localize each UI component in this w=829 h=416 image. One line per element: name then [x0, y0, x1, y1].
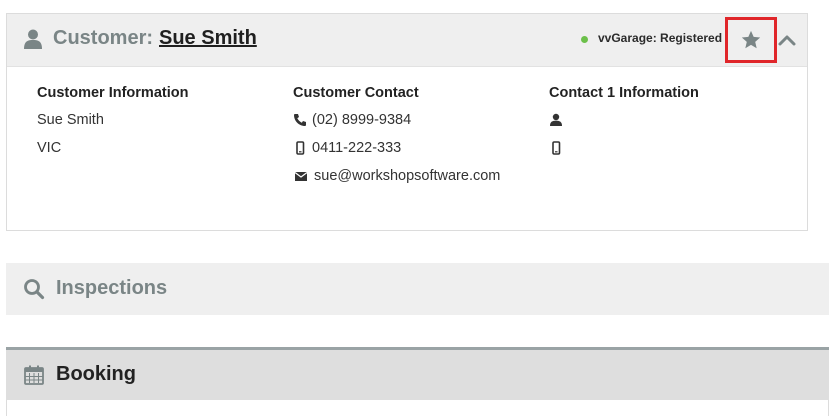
customer-information-heading: Customer Information [37, 85, 189, 101]
contact-1-section: Contact 1 Information [549, 84, 699, 162]
chevron-up-icon[interactable] [777, 32, 797, 48]
mobile-icon [296, 141, 305, 155]
inspections-title: Inspections [56, 277, 168, 299]
contact-phone-row: (02) 8999-9384 [293, 106, 500, 134]
contact-email-row: sue@workshopsoftware.com [293, 162, 500, 190]
contact-mobile-row: 0411-222-333 [293, 134, 500, 162]
booking-panel: Booking [6, 347, 829, 416]
customer-info-state: VIC [37, 140, 62, 156]
phone-icon [294, 114, 306, 126]
envelope-icon [294, 172, 308, 181]
customer-panel-header[interactable]: Customer: Sue Smith vvGarage: Registered [7, 14, 807, 67]
mobile-icon [552, 141, 561, 155]
customer-contact-heading: Customer Contact [293, 85, 419, 101]
inspections-panel-header[interactable]: Inspections [6, 263, 829, 315]
contact-email[interactable]: sue@workshopsoftware.com [314, 166, 500, 186]
vvgarage-status: vvGarage: Registered [598, 31, 723, 45]
search-icon [24, 279, 45, 300]
booking-panel-header[interactable]: Booking [6, 347, 829, 400]
user-icon [24, 29, 42, 49]
customer-info-name: Sue Smith [37, 112, 104, 128]
status-indicator-dot [581, 36, 588, 43]
contact-phone[interactable]: (02) 8999-9384 [312, 110, 411, 130]
contact-1-heading: Contact 1 Information [549, 85, 699, 101]
star-icon [741, 30, 761, 49]
booking-title: Booking [56, 363, 136, 385]
user-icon [550, 113, 562, 126]
customer-label: Customer: [53, 27, 154, 49]
customer-name-link[interactable]: Sue Smith [159, 27, 257, 50]
contact-1-mobile-row [549, 134, 699, 162]
customer-contact-section: Customer Contact (02) 8999-9384 0411-222… [293, 84, 500, 190]
booking-panel-body [6, 400, 829, 416]
customer-information-section: Customer Information Sue Smith VIC [37, 84, 188, 162]
contact-1-name-row [549, 106, 699, 134]
calendar-icon [24, 365, 44, 385]
customer-panel: Customer: Sue Smith vvGarage: Registered… [6, 13, 808, 231]
contact-mobile[interactable]: 0411-222-333 [312, 138, 401, 158]
favorite-star-button[interactable] [725, 17, 777, 63]
